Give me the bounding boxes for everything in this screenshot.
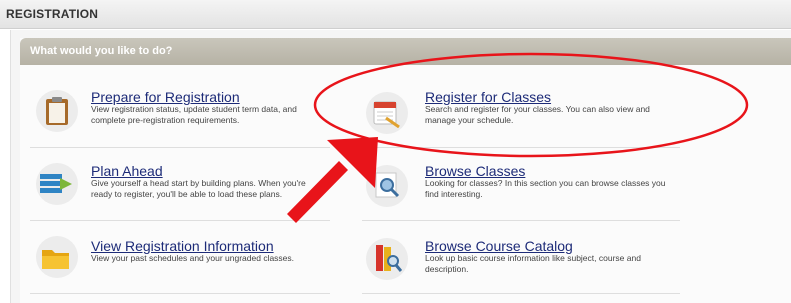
red-arrow bbox=[287, 137, 378, 223]
highlight-ellipse bbox=[313, 52, 749, 158]
annotation-overlay bbox=[287, 52, 749, 223]
